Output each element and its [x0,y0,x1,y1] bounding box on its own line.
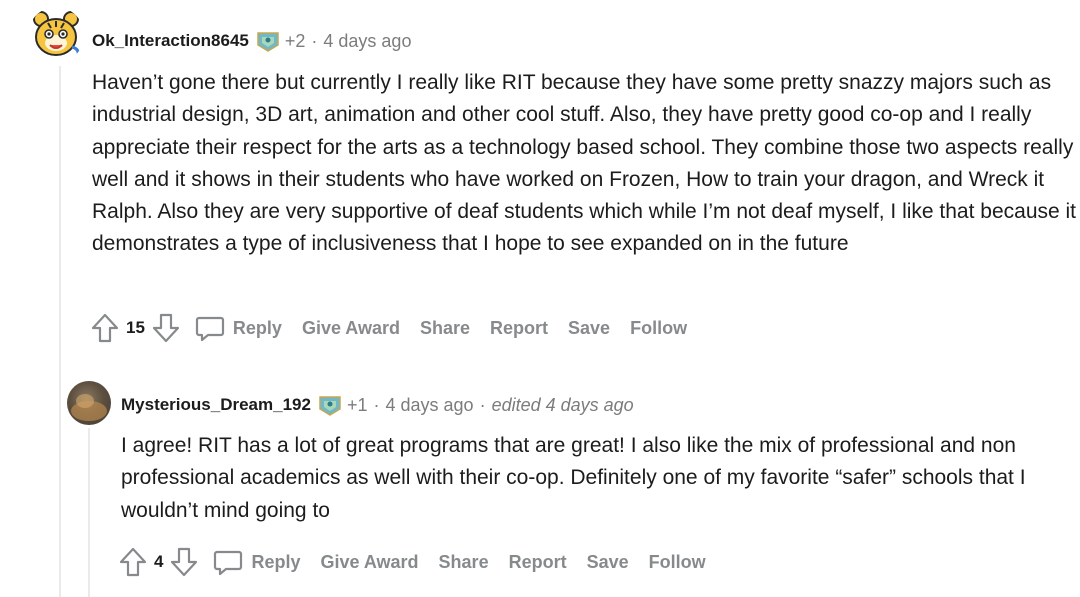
username[interactable]: Ok_Interaction8645 [92,31,249,51]
achievement-badge-icon[interactable] [255,30,281,52]
karma: +1 [346,394,368,415]
comment-bubble-icon[interactable] [195,313,225,343]
comment-actions: 15 Reply Give Award Share Report Save Fo… [90,312,707,344]
vote-score: 15 [126,318,145,337]
achievement-badge-icon[interactable] [317,394,343,416]
comment-body: Haven’t gone there but currently I reall… [92,67,1077,261]
vote-score: 4 [154,552,164,571]
share-button[interactable]: Share [439,552,489,573]
avatar[interactable] [67,381,111,425]
give-award-button[interactable]: Give Award [302,318,400,339]
share-button[interactable]: Share [420,318,470,339]
follow-button[interactable]: Follow [649,552,706,573]
avatar[interactable] [28,7,84,63]
username[interactable]: Mysterious_Dream_192 [121,395,311,415]
report-button[interactable]: Report [490,318,548,339]
comment-meta: Mysterious_Dream_192 +1 · 4 days ago · e… [121,394,634,416]
reply-button[interactable]: Reply [251,552,300,573]
follow-button[interactable]: Follow [630,318,687,339]
timestamp[interactable]: 4 days ago [323,31,411,52]
separator: · [311,30,318,51]
timestamp[interactable]: 4 days ago [385,395,473,416]
give-award-button[interactable]: Give Award [321,552,419,573]
upvote-icon[interactable] [118,546,148,578]
comment-meta: Ok_Interaction8645 +2 · 4 days ago [92,30,411,52]
reply-button[interactable]: Reply [233,318,282,339]
tiger-avatar-icon [28,7,84,63]
comment-text: Haven’t gone there but currently I reall… [92,71,1077,256]
separator: · [479,394,486,415]
comment-actions: 4 Reply Give Award Share Report Save Fol… [118,546,726,578]
edited-label: edited 4 days ago [491,394,634,415]
thread-line-reply[interactable] [88,428,90,597]
downvote-icon[interactable] [169,546,199,578]
comment-body: I agree! RIT has a lot of great programs… [121,430,1071,527]
report-button[interactable]: Report [509,552,567,573]
comment-text: I agree! RIT has a lot of great programs… [121,434,1026,522]
upvote-icon[interactable] [90,312,120,344]
thread-line[interactable] [59,66,61,597]
save-button[interactable]: Save [587,552,629,573]
comment-bubble-icon[interactable] [213,547,243,577]
save-button[interactable]: Save [568,318,610,339]
separator: · [373,394,380,415]
karma: +2 [284,30,306,51]
downvote-icon[interactable] [151,312,181,344]
user-photo-icon [71,394,107,421]
